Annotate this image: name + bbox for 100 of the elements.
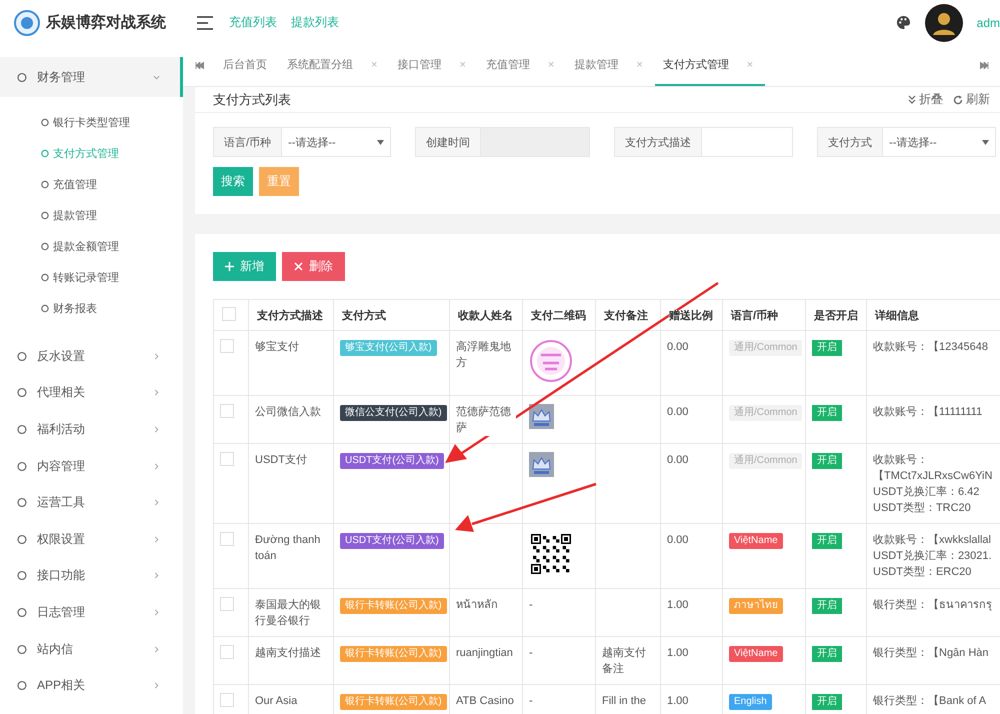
circle-icon [16,606,27,618]
checkbox[interactable] [220,532,234,546]
detail-text: 收款账号： [873,453,929,468]
circle-icon [16,680,27,692]
chevron-right-icon [153,682,160,690]
collapse-link[interactable]: 折叠 [908,91,943,108]
date-field[interactable] [480,127,590,157]
circle-icon [40,211,49,220]
table-cell: 1.00 [660,588,722,636]
chevron-right-icon [153,646,160,653]
circle-icon [40,242,49,251]
submenu-item[interactable]: 充值管理 [0,169,183,200]
status-tag: 开启 [812,453,842,469]
sidebar-item[interactable]: 财务管理 [0,57,183,97]
submenu-item[interactable]: 提款管理 [0,200,183,231]
menu-icon[interactable] [197,16,213,30]
sidebar-item[interactable]: 运营工具 [0,484,183,521]
input-field[interactable] [701,127,794,157]
sidebar-item[interactable]: 反水设置 [0,338,183,375]
language-tag: ViệtName [729,646,783,662]
method-tag: 够宝支付(公司入款) [340,340,437,356]
circle-icon [16,497,27,508]
column-header: 是否开启 [814,310,858,322]
method-tag: USDT支付(公司入款) [340,453,444,469]
status-tag: 开启 [812,405,842,421]
circle-icon [40,273,49,282]
chevron-right-icon [153,536,160,543]
sidebar-item[interactable]: 权限设置 [0,520,183,558]
submenu-item[interactable]: 银行卡类型管理 [0,107,183,138]
table-cell: - [529,647,533,659]
palette-icon[interactable] [896,15,911,30]
delete-button[interactable]: 删除 [282,252,345,281]
sidebar-item[interactable]: 内容管理 [0,448,183,484]
checkbox[interactable] [220,645,234,659]
skip-forward-icon [980,62,988,69]
sidebar-item[interactable]: 站内信 [0,630,183,668]
column-header: 详细信息 [875,310,919,322]
circle-icon [16,387,27,398]
submenu-item[interactable]: 财务报表 [0,293,183,324]
language-tag: 通用/Common [729,453,802,469]
tab[interactable]: 提款管理 × [566,45,655,86]
tab[interactable]: 系统配置分组 × [279,45,390,86]
status-tag: 开启 [812,646,842,662]
sidebar-item[interactable]: APP相关 [0,667,183,704]
select-field[interactable]: --请选择-- [882,127,996,157]
skip-back-icon [194,62,204,69]
circle-icon [16,350,27,362]
method-tag: 银行卡转账(公司入款) [340,694,447,710]
detail-text: USDT类型：TRC20 [873,501,972,516]
status-tag: 开启 [812,694,842,710]
refresh-link[interactable]: 刷新 [953,91,990,108]
field-label: 语言/币种 [213,127,282,157]
table-cell: 够宝支付 [248,330,334,396]
status-tag: 开启 [812,533,842,549]
sidebar-item[interactable]: 日志管理 [0,594,183,631]
submenu-item[interactable]: 转账记录管理 [0,262,183,293]
chevron-right-icon [153,462,160,470]
field-label: 支付方式描述 [614,127,702,157]
table-cell: 0.00 [660,396,722,444]
checkbox[interactable] [220,452,234,466]
caret-down-icon [377,140,384,144]
table-cell: 越南支付描述 [248,636,334,684]
field-label: 支付方式 [817,127,882,157]
checkbox[interactable] [222,306,236,320]
app-title: 乐娱博弈对战系统 [46,13,166,32]
status-tag: 开启 [812,598,842,614]
detail-text: 收款账号：【xwkkslallal [873,532,992,548]
table-cell: USDT支付 [248,444,334,524]
sidebar-item[interactable]: 代理相关 [0,374,183,412]
chevron-right-icon [153,389,160,396]
circle-icon [16,534,27,545]
caret-down-icon [982,140,990,144]
chevron-down-icon [153,74,160,80]
sidebar-item[interactable]: 接口功能 [0,558,183,594]
close-icon [294,262,303,271]
detail-text: 银行类型：【Ngân Hàn [873,646,990,661]
detail-text: 银行类型：【Bank of A [873,694,988,709]
panel-title: 支付方式列表 [213,90,291,108]
circle-icon [16,460,27,472]
language-tag: 通用/Common [729,405,802,421]
detail-text: USDT类型：ERC20 [873,565,972,580]
checkbox[interactable] [220,693,234,707]
method-tag: USDT支付(公司入款) [340,533,444,549]
select-field[interactable]: --请选择-- [281,127,392,157]
submenu-item[interactable]: 提款金额管理 [0,231,183,262]
checkbox[interactable] [220,339,234,353]
column-header: 支付方式 [342,310,386,322]
avatar[interactable] [924,4,963,42]
detail-text: USDT兑换汇率：23021. [873,548,993,564]
column-header: 收款人姓名 [458,310,513,322]
tab[interactable]: 充值管理 × [478,45,566,86]
tab[interactable]: 后台首页 [215,45,279,86]
checkbox[interactable] [220,404,234,418]
tab[interactable]: 接口管理 × [389,45,478,86]
column-header: 支付二维码 [531,310,586,322]
circle-icon [40,180,49,189]
sidebar-item[interactable]: 福利活动 [0,411,183,448]
table-cell: 0.00 [660,330,722,396]
language-tag: ViệtName [729,533,783,549]
checkbox[interactable] [220,597,234,611]
